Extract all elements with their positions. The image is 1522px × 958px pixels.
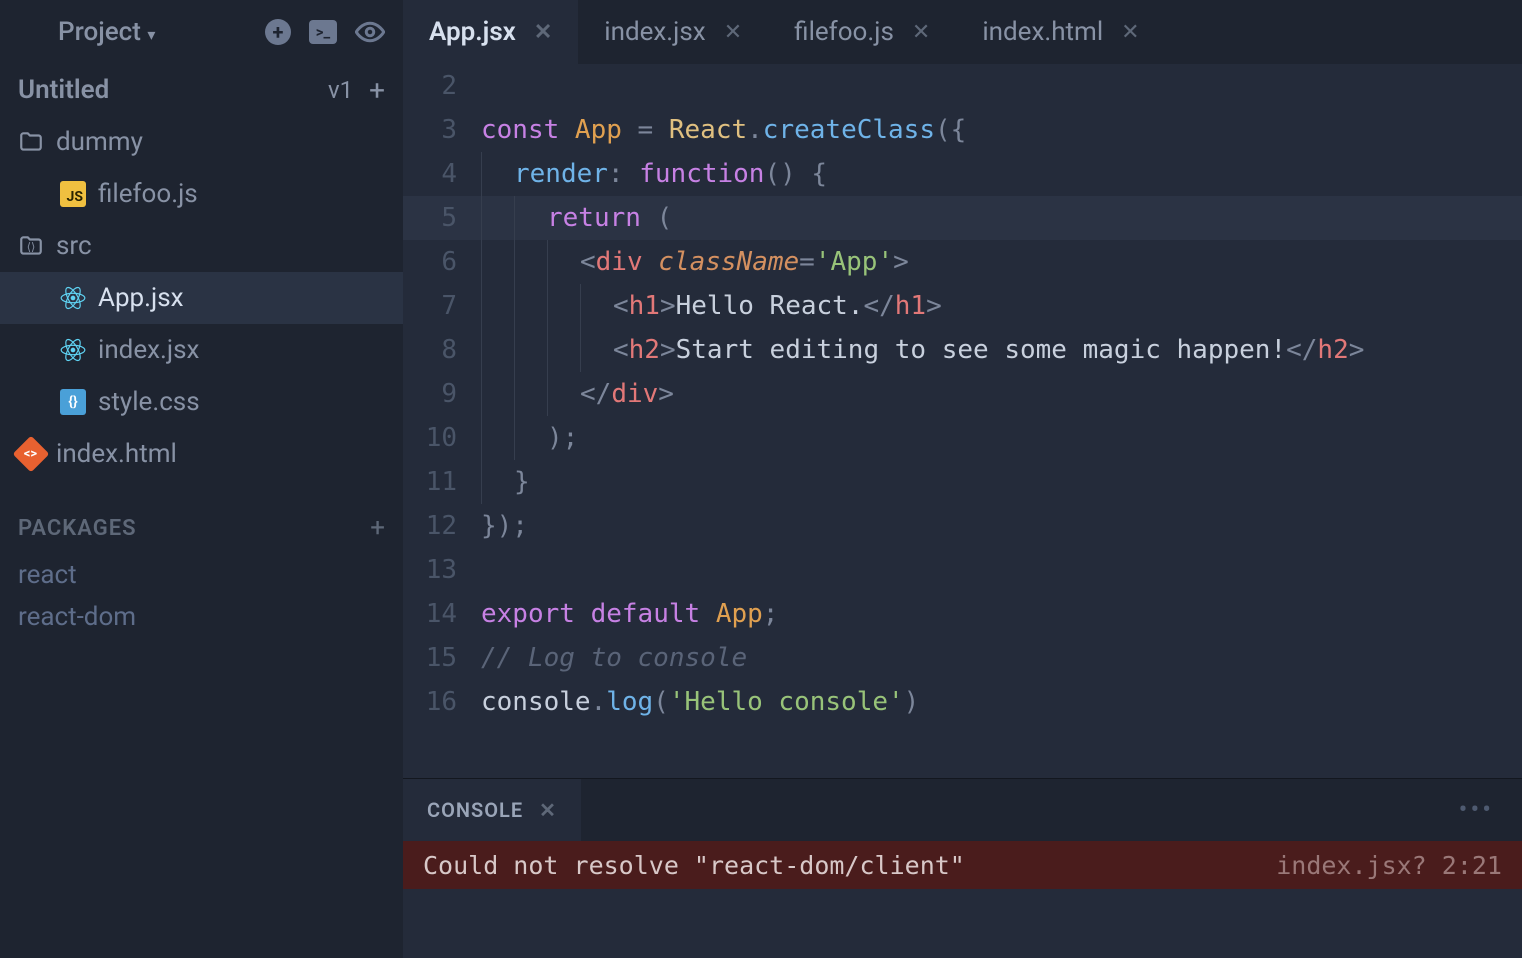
code-line[interactable]: 15// Log to console — [403, 636, 1522, 680]
close-icon[interactable]: ✕ — [724, 20, 742, 45]
code-line[interactable]: 10); — [403, 416, 1522, 460]
close-icon[interactable]: ✕ — [539, 798, 557, 822]
js-icon: JS — [60, 181, 86, 207]
tree-item-label: filefoo.js — [98, 179, 198, 209]
line-number: 6 — [403, 240, 481, 284]
code-line[interactable]: 8<h2>Start editing to see some magic hap… — [403, 328, 1522, 372]
file-filefoo-js[interactable]: JS filefoo.js — [0, 168, 403, 220]
line-number: 7 — [403, 284, 481, 328]
line-number: 8 — [403, 328, 481, 372]
line-number: 3 — [403, 108, 481, 152]
tab-label: index.jsx — [604, 17, 705, 47]
code-line[interactable]: 4render: function() { — [403, 152, 1522, 196]
tab-label: App.jsx — [429, 17, 516, 47]
close-icon[interactable]: ✕ — [1121, 20, 1139, 45]
project-dropdown[interactable]: Project ▾ — [58, 17, 155, 47]
package-react-dom[interactable]: react-dom — [0, 596, 403, 638]
react-icon — [60, 337, 86, 363]
tab-label: index.html — [982, 17, 1103, 47]
html-icon: <> — [13, 436, 50, 473]
file-style-css[interactable]: {} style.css — [0, 376, 403, 428]
console-message: Could not resolve "react-dom/client" — [423, 851, 965, 880]
tree-item-label: index.jsx — [98, 335, 199, 365]
line-number: 4 — [403, 152, 481, 196]
react-icon — [60, 285, 86, 311]
folder-dummy[interactable]: dummy — [0, 116, 403, 168]
code-line[interactable]: 7<h1>Hello React.</h1> — [403, 284, 1522, 328]
tab-App-jsx[interactable]: App.jsx ✕ — [403, 0, 578, 64]
code-line[interactable]: 6<div className='App'> — [403, 240, 1522, 284]
packages-header: PACKAGES + — [0, 502, 403, 554]
line-number: 13 — [403, 548, 481, 592]
line-number: 10 — [403, 416, 481, 460]
tab-index-jsx[interactable]: index.jsx ✕ — [578, 0, 768, 64]
code-line[interactable]: 2 — [403, 64, 1522, 108]
add-file-icon[interactable]: + — [265, 19, 291, 45]
tree-item-label: index.html — [56, 439, 177, 469]
file-index-html[interactable]: <>index.html — [0, 428, 403, 480]
code-line[interactable]: 11} — [403, 460, 1522, 504]
line-number: 14 — [403, 592, 481, 636]
tree-item-label: src — [56, 231, 92, 261]
tree-item-label: style.css — [98, 387, 200, 417]
code-line[interactable]: 16console.log('Hello console') — [403, 680, 1522, 724]
line-number: 12 — [403, 504, 481, 548]
preview-icon[interactable] — [355, 17, 385, 47]
console-entry[interactable]: Could not resolve "react-dom/client" inde… — [403, 841, 1522, 889]
code-area[interactable]: 23const App = React.createClass({4render… — [403, 64, 1522, 778]
code-line[interactable]: 9</div> — [403, 372, 1522, 416]
main-area: Untitled v1 + dummy JS filefoo.js ⟨⟩ srcApp.… — [0, 64, 1522, 958]
dashboard-icon[interactable] — [18, 20, 42, 44]
new-file-icon[interactable]: + — [369, 74, 385, 107]
line-number: 11 — [403, 460, 481, 504]
console-panel: CONSOLE ✕ ••• Could not resolve "react-d… — [403, 778, 1522, 958]
close-icon[interactable]: ✕ — [912, 20, 930, 45]
project-title[interactable]: Untitled — [18, 75, 109, 105]
project-title-row: Untitled v1 + — [0, 64, 403, 116]
project-version[interactable]: v1 — [328, 76, 353, 104]
line-number: 5 — [403, 196, 481, 240]
console-source[interactable]: index.jsx? 2:21 — [1276, 851, 1502, 880]
folder-icon — [18, 129, 44, 155]
console-tab[interactable]: CONSOLE ✕ — [403, 779, 581, 841]
sidebar: Untitled v1 + dummy JS filefoo.js ⟨⟩ srcApp.… — [0, 64, 403, 958]
code-line[interactable]: 3const App = React.createClass({ — [403, 108, 1522, 152]
add-package-icon[interactable]: + — [370, 513, 385, 543]
sidebar-header: Project ▾ + >_ — [0, 0, 403, 64]
file-App-jsx[interactable]: App.jsx — [0, 272, 403, 324]
folder-icon: ⟨⟩ — [18, 233, 44, 259]
tab-filefoo-js[interactable]: filefoo.js ✕ — [768, 0, 956, 64]
code-line[interactable]: 5return ( — [403, 196, 1522, 240]
close-icon[interactable]: ✕ — [534, 20, 552, 45]
file-tree: dummy JS filefoo.js ⟨⟩ srcApp.jsx index.jsx {}… — [0, 116, 403, 480]
code-line[interactable]: 12}); — [403, 504, 1522, 548]
console-body[interactable]: Could not resolve "react-dom/client" inde… — [403, 841, 1522, 958]
console-tabs: CONSOLE ✕ ••• — [403, 779, 1522, 841]
tree-item-label: dummy — [56, 127, 143, 157]
code-line[interactable]: 14export default App; — [403, 592, 1522, 636]
line-number: 16 — [403, 680, 481, 724]
file-index-jsx[interactable]: index.jsx — [0, 324, 403, 376]
terminal-icon[interactable]: >_ — [309, 20, 337, 44]
svg-text:⟨⟩: ⟨⟩ — [27, 240, 35, 253]
editor: 23const App = React.createClass({4render… — [403, 64, 1522, 958]
css-icon: {} — [60, 389, 86, 415]
more-icon[interactable]: ••• — [1459, 795, 1522, 825]
tree-item-label: App.jsx — [98, 283, 184, 313]
top-bar: Project ▾ + >_ App.jsx✕index.jsx✕filefoo… — [0, 0, 1522, 64]
folder-src[interactable]: ⟨⟩ src — [0, 220, 403, 272]
packages-list: reactreact-dom — [0, 554, 403, 638]
tab-index-html[interactable]: index.html ✕ — [956, 0, 1165, 64]
package-react[interactable]: react — [0, 554, 403, 596]
line-number: 9 — [403, 372, 481, 416]
tab-bar: App.jsx ✕ index.jsx ✕ filefoo.js ✕ index.html ✕ — [403, 0, 1522, 64]
tab-label: filefoo.js — [794, 17, 894, 47]
line-number: 2 — [403, 64, 481, 108]
code-line[interactable]: 13 — [403, 548, 1522, 592]
line-number: 15 — [403, 636, 481, 680]
